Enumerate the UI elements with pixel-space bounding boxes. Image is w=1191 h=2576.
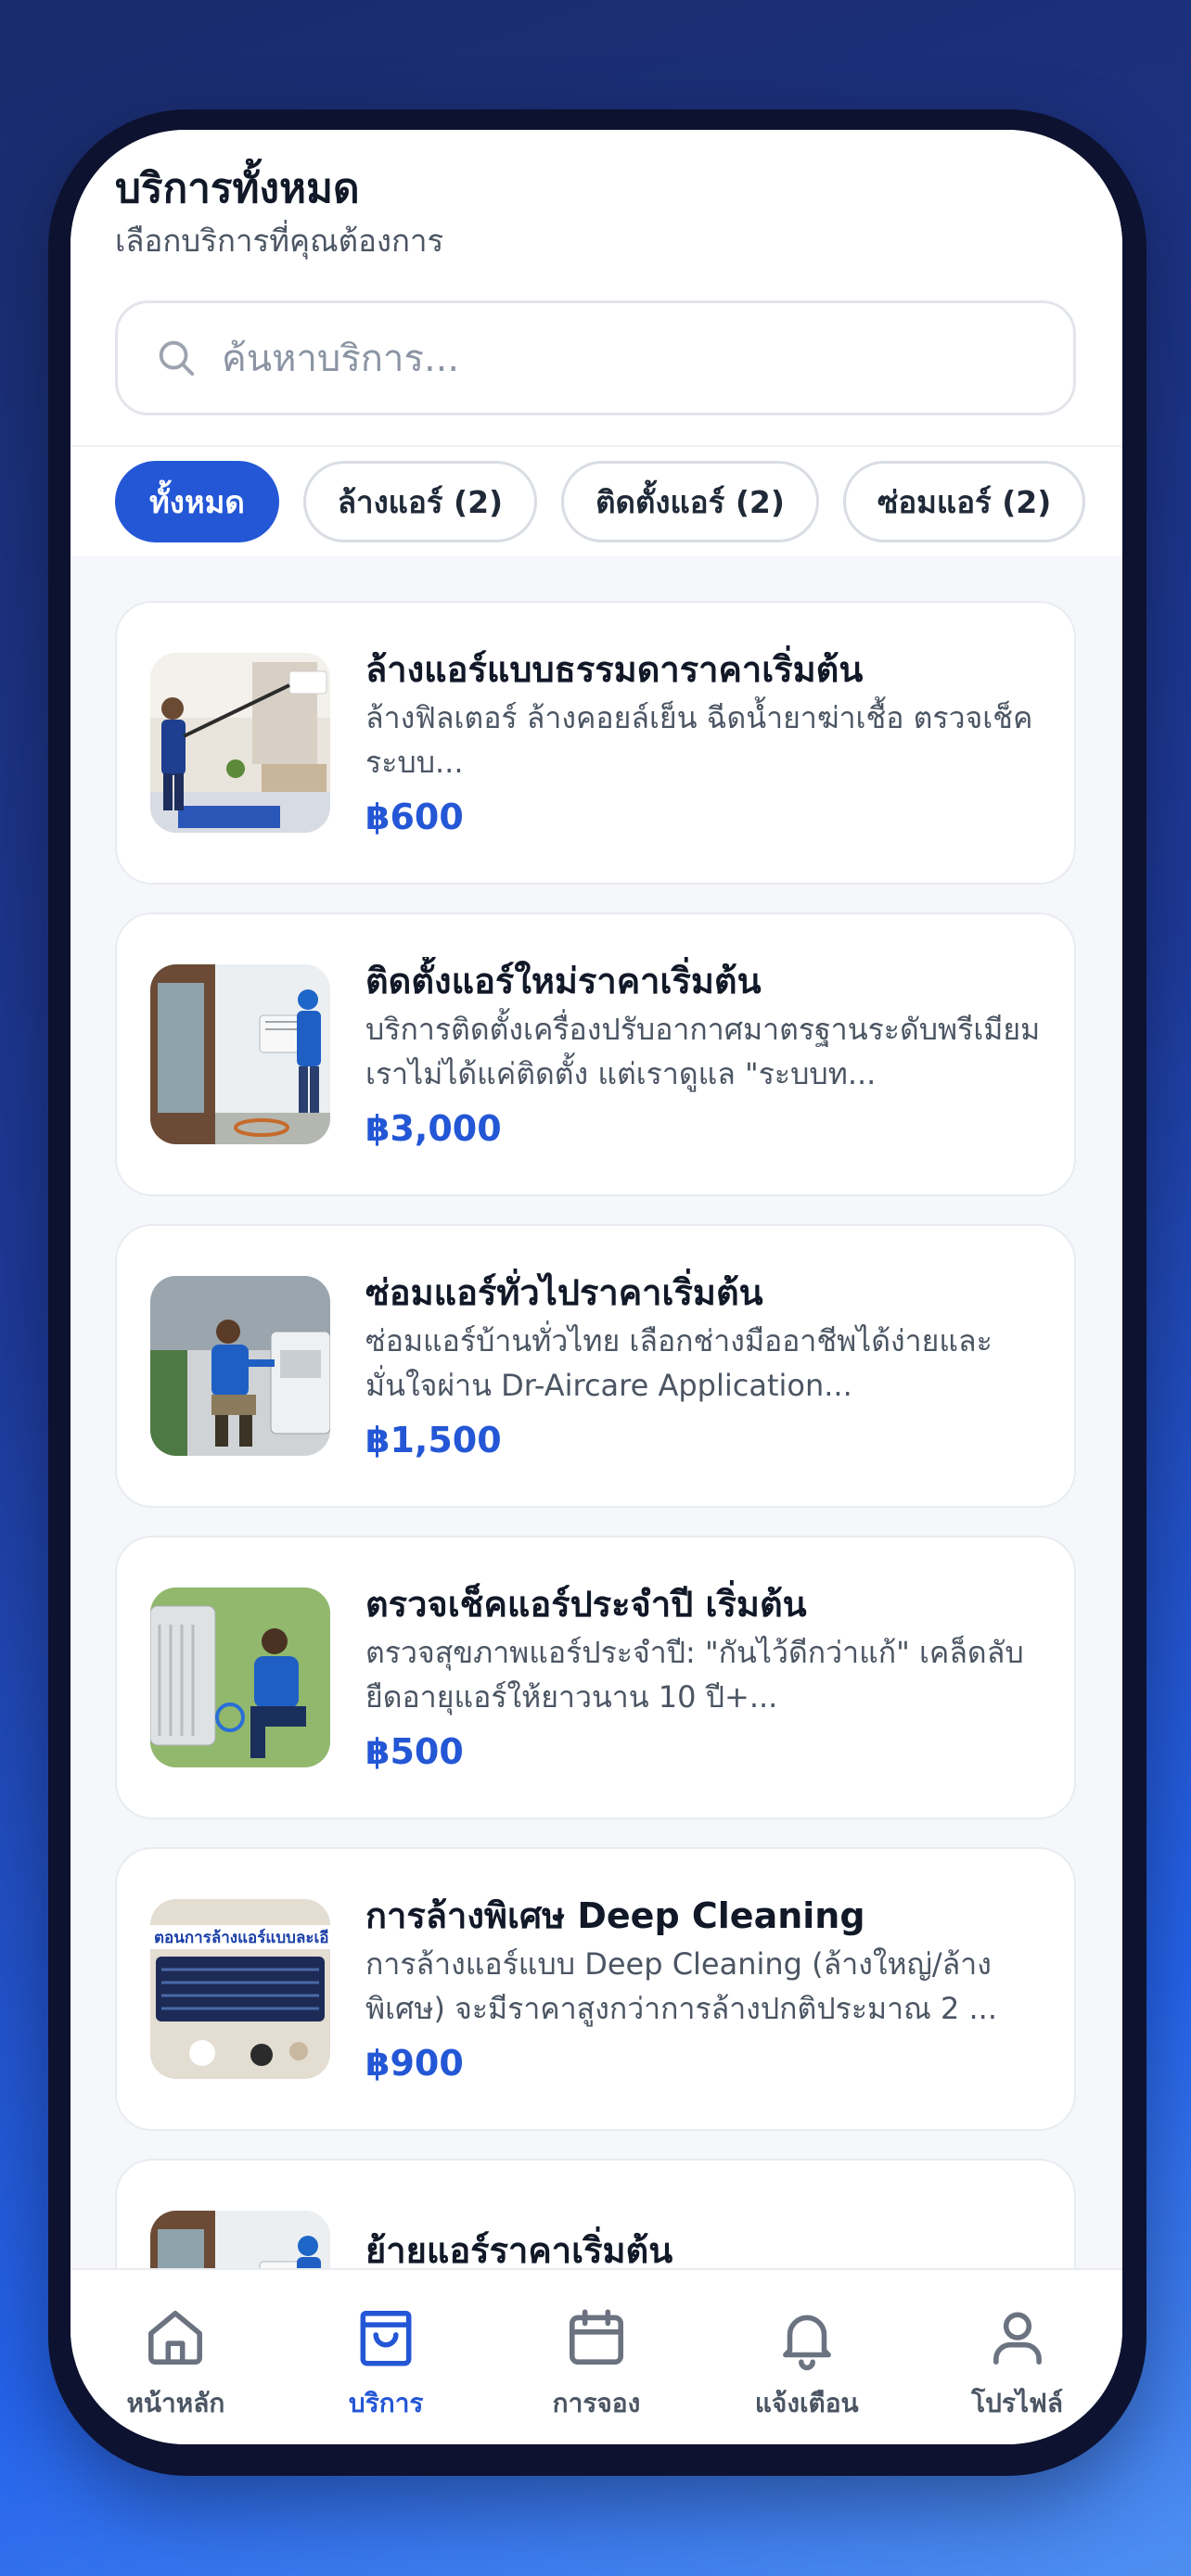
user-icon: [992, 2312, 1042, 2365]
service-list: ล้างแอร์แบบธรรมดาราคาเริ่มต้น ล้างฟิลเตอ…: [70, 556, 1122, 2442]
filter-chip-ac-installation[interactable]: ติดตั้งแอร์ (2): [561, 461, 819, 542]
nav-label-bookings: การจอง: [552, 2388, 641, 2418]
filter-chip-ac-cleaning[interactable]: ล้างแอร์ (2): [302, 461, 538, 542]
search-input[interactable]: ค้นหาบริการ...: [115, 300, 1076, 415]
service-card[interactable]: ล้างแอร์แบบธรรมดาราคาเริ่มต้น ล้างฟิลเตอ…: [115, 601, 1076, 885]
page-subtitle: เลือกบริการที่คุณต้องการ: [115, 223, 444, 259]
bottom-navigation: หน้าหลัก บริการ การจอง แจ้งเตือน โปรไฟล์: [70, 2268, 1122, 2444]
filter-chip-all[interactable]: ทั้งหมด: [115, 461, 279, 542]
service-card[interactable]: ซ่อมแอร์ทั่วไปราคาเริ่มต้น ซ่อมแอร์บ้านท…: [115, 1224, 1076, 1508]
filter-chip-ac-repair[interactable]: ซ่อมแอร์ (2): [842, 461, 1086, 542]
nav-item-bookings[interactable]: การจอง: [504, 2303, 689, 2424]
search-icon: [159, 340, 195, 376]
service-price: ฿600: [365, 797, 464, 837]
service-card[interactable]: ตอนการล้างแอร์แบบละเอี การล้างพิเศษ Deep…: [115, 1847, 1076, 2131]
page-header: บริการทั้งหมด เลือกบริการที่คุณต้องการ ค…: [70, 130, 1122, 445]
bell-icon: [782, 2315, 831, 2371]
nav-item-profile[interactable]: โปรไฟล์: [925, 2303, 1110, 2424]
nav-label-home: หน้าหลัก: [126, 2388, 225, 2418]
service-image-washing: [150, 653, 330, 833]
service-card[interactable]: ติดตั้งแอร์ใหม่ราคาเริ่มต้น บริการติดตั้…: [115, 912, 1076, 1196]
page-title: บริการทั้งหมด: [115, 165, 360, 212]
service-image-installing: [150, 964, 330, 1144]
service-image-repairing: [150, 1276, 330, 1456]
home-icon: [148, 2311, 203, 2365]
service-description: ซ่อมแอร์บ้านทั่วไทย เลือกช่างมืออาชีพได้…: [365, 1323, 992, 1403]
service-price: ฿1,500: [365, 1420, 502, 1460]
service-price: ฿900: [365, 2043, 464, 2084]
service-title: ซ่อมแอร์ทั่วไปราคาเริ่มต้น: [365, 1272, 763, 1313]
service-description: บริการติดตั้งเครื่องปรับอากาศมาตรฐานระดั…: [365, 1012, 1041, 1091]
nav-label-services: บริการ: [348, 2388, 424, 2418]
shopping-bag-icon: [360, 2311, 412, 2366]
service-price: ฿3,000: [365, 1108, 502, 1149]
calendar-icon: [570, 2309, 623, 2365]
nav-item-home[interactable]: หน้าหลัก: [83, 2303, 268, 2424]
nav-item-services[interactable]: บริการ: [293, 2303, 479, 2424]
service-image-deep-cleaning: ตอนการล้างแอร์แบบละเอี: [150, 1899, 330, 2079]
service-title: การล้างพิเศษ Deep Cleaning: [365, 1895, 865, 1936]
image-caption-text: ตอนการล้างแอร์แบบละเอี: [154, 1928, 329, 1947]
service-card[interactable]: ตรวจเช็คแอร์ประจำปี เริ่มต้น ตรวจสุขภาพแ…: [115, 1536, 1076, 1819]
category-filter-bar: ทั้งหมด ล้างแอร์ (2) ติดตั้งแอร์ (2) ซ่อ…: [70, 445, 1122, 556]
service-description: การล้างแอร์แบบ Deep Cleaning (ล้างใหญ่/ล…: [365, 1946, 997, 2026]
search-placeholder: ค้นหาบริการ...: [222, 338, 460, 380]
service-title: ตรวจเช็คแอร์ประจำปี เริ่มต้น: [365, 1584, 807, 1625]
service-image-checking: [150, 1588, 330, 1767]
nav-label-profile: โปรไฟล์: [971, 2388, 1064, 2418]
service-description: ล้างฟิลเตอร์ ล้างคอยล์เย็น ฉีดน้ำยาฆ่าเช…: [365, 700, 1033, 780]
service-title: ล้างแอร์แบบธรรมดาราคาเริ่มต้น: [365, 649, 864, 690]
nav-item-notifications[interactable]: แจ้งเตือน: [714, 2303, 900, 2424]
service-description: ตรวจสุขภาพแอร์ประจำปี: "กันไว้ดีกว่าแก้"…: [365, 1635, 1024, 1715]
service-title: ติดตั้งแอร์ใหม่ราคาเริ่มต้น: [365, 961, 762, 1001]
nav-label-notifications: แจ้งเตือน: [754, 2388, 859, 2418]
app-screen: บริการทั้งหมด เลือกบริการที่คุณต้องการ ค…: [70, 130, 1122, 2444]
service-price: ฿500: [365, 1731, 464, 1772]
